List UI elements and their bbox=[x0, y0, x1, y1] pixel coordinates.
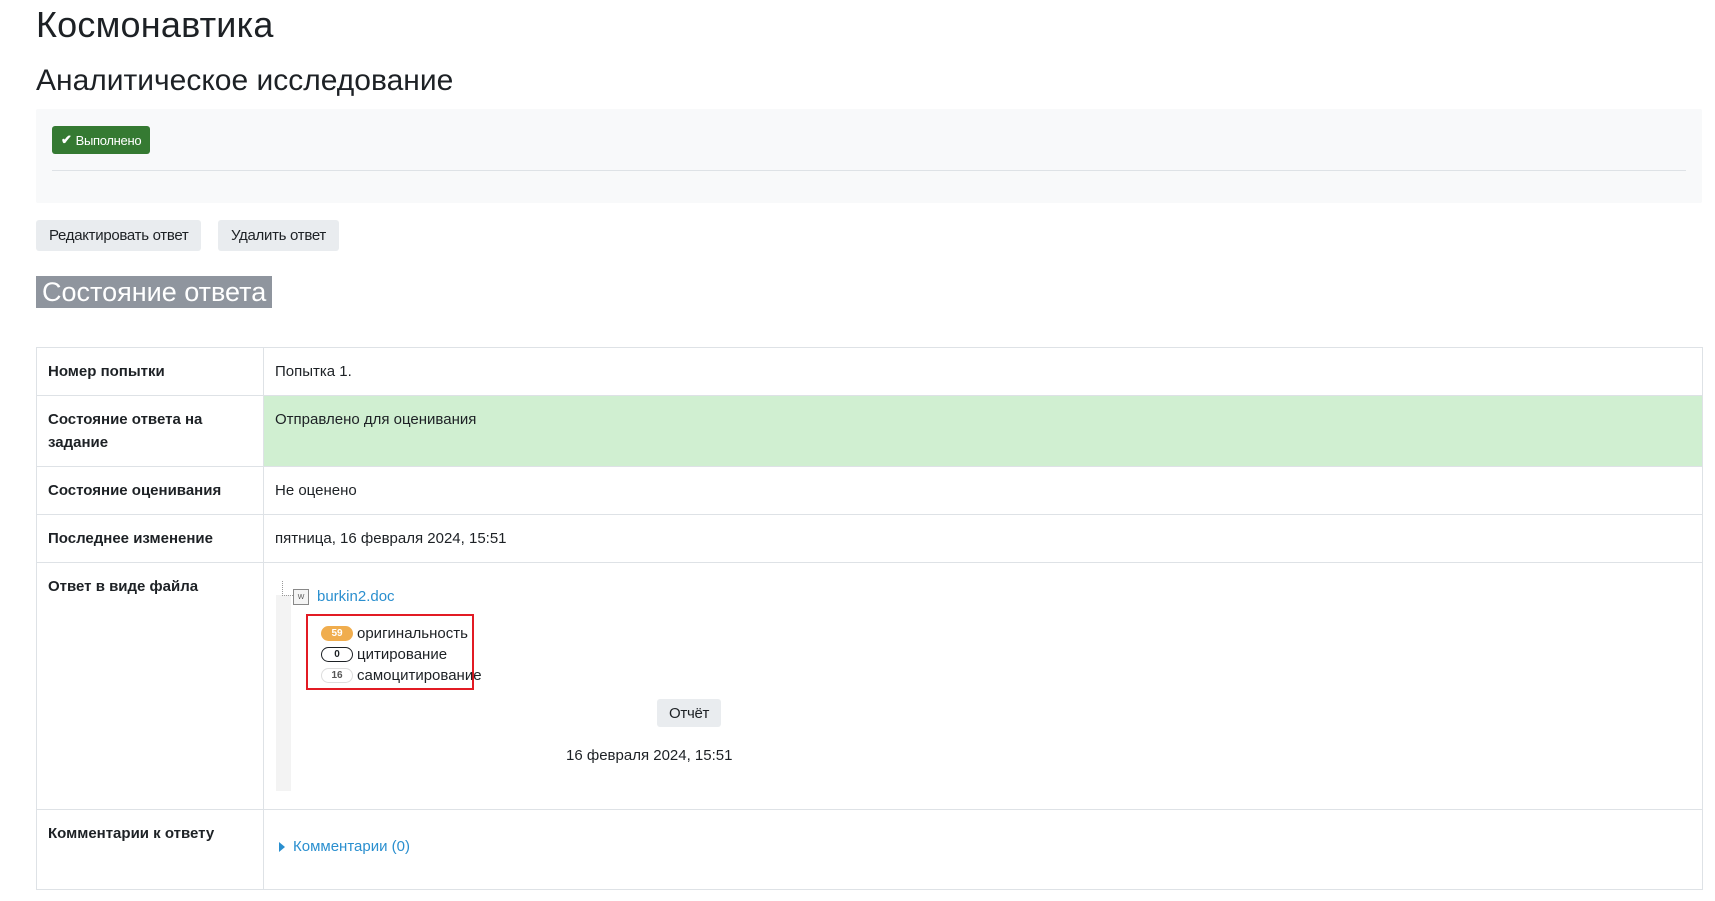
self-citation-score-badge: 16 bbox=[321, 668, 353, 683]
comments-link[interactable]: Комментарии (0) bbox=[293, 835, 410, 858]
completion-info: ✔ Выполнено bbox=[36, 109, 1702, 203]
report-button[interactable]: Отчёт bbox=[657, 699, 722, 727]
file-upload-date: 16 февраля 2024, 15:51 bbox=[566, 747, 733, 764]
comments-cell: Комментарии (0) bbox=[263, 809, 1703, 890]
submission-status-heading: Состояние ответа bbox=[36, 276, 273, 308]
activity-title: Аналитическое исследование bbox=[36, 64, 454, 97]
row-label: Ответ в виде файла bbox=[36, 562, 264, 810]
table-row: Состояние оценивания Не оценено bbox=[36, 466, 1703, 515]
tree-connector bbox=[282, 581, 293, 596]
edit-submission-button[interactable]: Редактировать ответ bbox=[36, 220, 202, 251]
citation-score-badge: 0 bbox=[321, 647, 353, 662]
caret-right-icon bbox=[279, 841, 285, 852]
submission-status-table: Номер попытки Попытка 1. Состояние ответ… bbox=[36, 347, 1703, 890]
table-row: Состояние ответа на задание Отправлено д… bbox=[36, 395, 1703, 467]
table-row: Номер попытки Попытка 1. bbox=[36, 347, 1703, 396]
comments-toggle[interactable]: Комментарии (0) bbox=[275, 835, 1691, 858]
table-row: Последнее изменение пятница, 16 февраля … bbox=[36, 514, 1703, 563]
table-row: Ответ в виде файла W burkin2.doc 59 ориг… bbox=[36, 562, 1703, 810]
citation-label: цитирование bbox=[357, 646, 448, 663]
self-citation-label: самоцитирование bbox=[357, 667, 482, 684]
file-link[interactable]: burkin2.doc bbox=[317, 585, 395, 608]
submission-status-value: Отправлено для оценивания bbox=[263, 395, 1703, 467]
tree-indent bbox=[276, 595, 291, 791]
row-label: Последнее изменение bbox=[36, 514, 264, 563]
completion-status-label: Выполнено bbox=[75, 132, 142, 148]
file-submission-cell: W burkin2.doc 59 оригинальность 0 цитиро… bbox=[263, 562, 1703, 810]
table-row: Комментарии к ответу Комментарии (0) bbox=[36, 809, 1703, 890]
course-title: Космонавтика bbox=[36, 4, 274, 45]
citation-row: 0 цитирование bbox=[321, 643, 447, 666]
row-label: Номер попытки bbox=[36, 347, 264, 396]
row-label: Состояние ответа на задание bbox=[36, 395, 264, 467]
completion-status-badge: ✔ Выполнено bbox=[52, 126, 151, 154]
row-label: Комментарии к ответу bbox=[36, 809, 264, 890]
last-modified-value: пятница, 16 февраля 2024, 15:51 bbox=[263, 514, 1703, 563]
file-tree: W burkin2.doc 59 оригинальность 0 цитиро… bbox=[275, 575, 1691, 797]
remove-submission-button[interactable]: Удалить ответ bbox=[218, 220, 339, 251]
originality-score-badge: 59 bbox=[321, 626, 353, 641]
divider bbox=[52, 170, 1686, 171]
doc-file-icon: W bbox=[293, 589, 309, 605]
self-citation-row: 16 самоцитирование bbox=[321, 664, 482, 687]
grading-status-value: Не оценено bbox=[263, 466, 1703, 515]
originality-label: оригинальность bbox=[357, 625, 468, 642]
originality-row: 59 оригинальность bbox=[321, 622, 468, 645]
plagiarism-results-box: 59 оригинальность 0 цитирование 16 самоц… bbox=[306, 614, 482, 690]
check-icon: ✔ bbox=[61, 132, 72, 147]
attempt-number-value: Попытка 1. bbox=[263, 347, 1703, 396]
row-label: Состояние оценивания bbox=[36, 466, 264, 515]
